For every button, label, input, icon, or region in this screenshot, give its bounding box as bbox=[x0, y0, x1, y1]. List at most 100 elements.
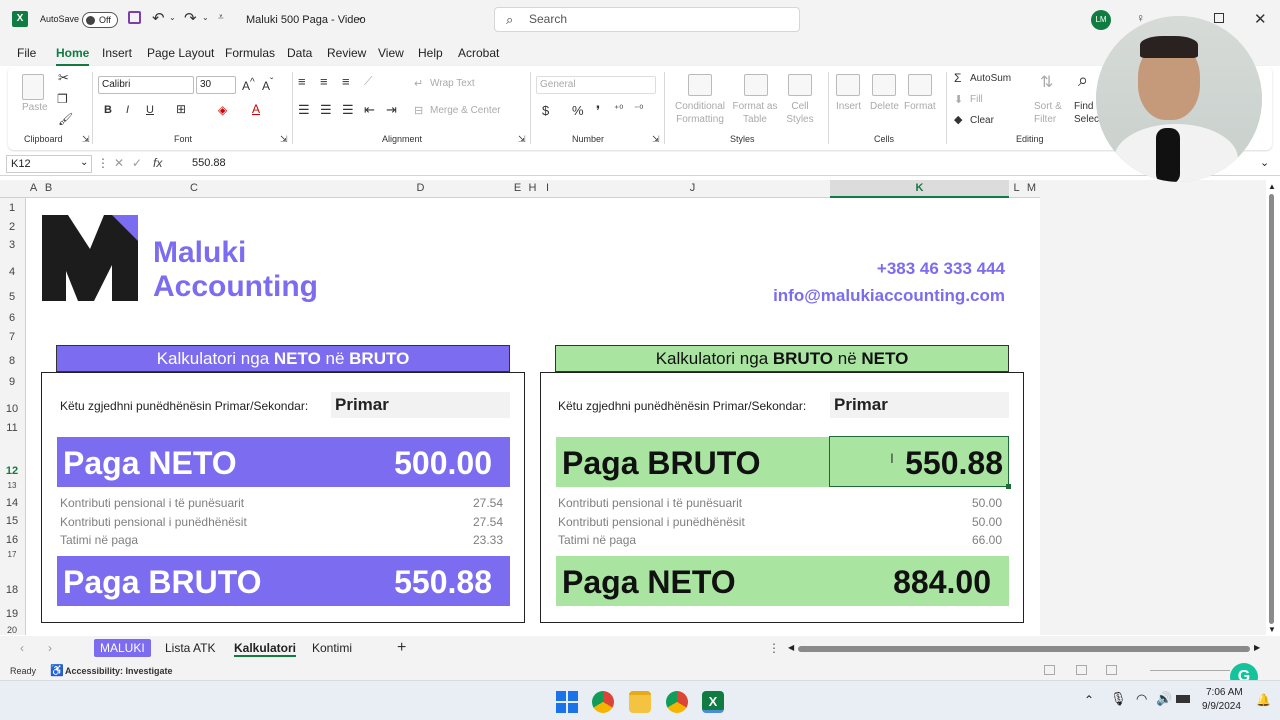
alignment-launcher-icon[interactable]: ⇲ bbox=[518, 134, 526, 145]
vertical-scrollbar[interactable] bbox=[1269, 194, 1274, 624]
delete-cells-label[interactable]: Delete bbox=[870, 101, 899, 112]
horizontal-scrollbar[interactable] bbox=[798, 646, 1250, 652]
undo-dropdown-icon[interactable]: ⌄ bbox=[169, 13, 176, 22]
column-header-k[interactable]: K bbox=[830, 182, 1009, 194]
wifi-icon[interactable]: ◠ bbox=[1136, 691, 1147, 707]
sort-filter-icon[interactable]: ⇅ bbox=[1040, 72, 1053, 92]
tab-review[interactable]: Review bbox=[327, 46, 366, 60]
sort-filter-label[interactable]: Sort & Filter bbox=[1034, 100, 1070, 126]
more-options-icon[interactable]: ⋮ bbox=[97, 156, 109, 170]
delete-cells-icon[interactable] bbox=[872, 74, 896, 96]
tab-file[interactable]: File bbox=[17, 46, 36, 60]
align-center-icon[interactable]: ☰ bbox=[320, 102, 332, 118]
align-top-icon[interactable]: ≡ bbox=[298, 74, 306, 89]
merge-center-icon[interactable]: ⊟ bbox=[414, 104, 423, 117]
row-header[interactable]: 12 bbox=[0, 465, 24, 477]
tab-view[interactable]: View bbox=[378, 46, 404, 60]
name-box-dropdown-icon[interactable]: ⌄ bbox=[80, 157, 88, 168]
microphone-icon[interactable]: 🎙 bbox=[1110, 691, 1127, 707]
tab-data[interactable]: Data bbox=[287, 46, 312, 60]
redo-dropdown-icon[interactable]: ⌄ bbox=[202, 13, 209, 22]
number-format-select[interactable]: General bbox=[536, 76, 656, 94]
insert-cells-icon[interactable] bbox=[836, 74, 860, 96]
clear-label[interactable]: Clear bbox=[970, 115, 994, 126]
decrease-decimal-icon[interactable]: ⁻⁰ bbox=[634, 104, 643, 115]
scroll-up-icon[interactable]: ▲ bbox=[1268, 182, 1276, 191]
merge-center-label[interactable]: Merge & Center bbox=[430, 105, 501, 116]
increase-indent-icon[interactable]: ⇥ bbox=[386, 102, 397, 118]
customize-toolbar-icon[interactable]: ⩡ bbox=[218, 12, 224, 23]
font-size-select[interactable]: 30 bbox=[196, 76, 236, 94]
autosum-icon[interactable]: Σ bbox=[954, 71, 961, 85]
column-header-c[interactable]: C bbox=[57, 182, 331, 194]
row-header[interactable]: 17 bbox=[0, 550, 24, 559]
align-middle-icon[interactable]: ≡ bbox=[320, 74, 328, 89]
page-layout-view-icon[interactable] bbox=[1076, 665, 1087, 675]
comma-icon[interactable]: ❜ bbox=[596, 103, 600, 119]
cell-styles-icon[interactable] bbox=[788, 74, 812, 96]
paga-neto-value[interactable]: 500.00 bbox=[394, 437, 492, 489]
format-painter-icon[interactable]: 🖌 bbox=[58, 112, 73, 126]
row-header[interactable]: 18 bbox=[0, 584, 24, 596]
employer-type-select[interactable]: Primar bbox=[830, 392, 1009, 418]
autosum-label[interactable]: AutoSum bbox=[970, 73, 1011, 84]
decrease-font-icon[interactable]: Aˇ bbox=[262, 77, 273, 93]
prev-sheet-icon[interactable]: ‹ bbox=[20, 641, 24, 655]
clear-icon[interactable]: ◆ bbox=[954, 113, 962, 126]
tab-acrobat[interactable]: Acrobat bbox=[458, 46, 499, 60]
row-header[interactable]: 9 bbox=[0, 376, 24, 388]
scroll-down-icon[interactable]: ▼ bbox=[1268, 625, 1276, 634]
clock-date[interactable]: 9/9/2024 bbox=[1202, 701, 1241, 712]
column-header-l[interactable]: L bbox=[1009, 182, 1024, 194]
find-select-icon[interactable]: ⌕ bbox=[1078, 70, 1088, 91]
column-header-m[interactable]: M bbox=[1024, 182, 1039, 194]
employer-type-select[interactable]: Primar bbox=[331, 392, 510, 418]
scroll-right-icon[interactable]: ▶ bbox=[1254, 643, 1260, 652]
notification-icon[interactable]: 🔔 bbox=[1256, 693, 1271, 707]
font-launcher-icon[interactable]: ⇲ bbox=[280, 134, 288, 145]
excel-taskbar-icon[interactable]: X bbox=[702, 691, 724, 713]
insert-function-icon[interactable]: fx bbox=[153, 156, 162, 170]
format-cells-label[interactable]: Format bbox=[904, 101, 936, 112]
show-hidden-icons[interactable]: ⌃ bbox=[1084, 693, 1094, 707]
row-header[interactable]: 2 bbox=[0, 221, 24, 233]
confirm-entry-icon[interactable]: ✓ bbox=[132, 156, 142, 170]
currency-icon[interactable]: $ bbox=[542, 103, 549, 118]
tab-home[interactable]: Home bbox=[56, 46, 90, 66]
add-sheet-icon[interactable]: + bbox=[397, 639, 406, 657]
row-header[interactable]: 4 bbox=[0, 266, 24, 278]
clipboard-launcher-icon[interactable]: ⇲ bbox=[82, 134, 90, 145]
paste-label[interactable]: Paste bbox=[22, 102, 48, 113]
borders-icon[interactable]: ⊞ bbox=[176, 102, 186, 116]
conditional-formatting-icon[interactable] bbox=[688, 74, 712, 96]
redo-icon[interactable]: ↷ bbox=[184, 9, 197, 27]
decrease-indent-icon[interactable]: ⇤ bbox=[364, 102, 375, 118]
active-cell-k12[interactable] bbox=[829, 436, 1009, 487]
copy-icon[interactable]: ❐ bbox=[57, 92, 68, 106]
align-left-icon[interactable]: ☰ bbox=[298, 102, 310, 118]
column-header-d[interactable]: D bbox=[331, 182, 510, 194]
format-cells-icon[interactable] bbox=[908, 74, 932, 96]
font-color-icon[interactable]: A bbox=[252, 102, 260, 116]
chrome-profile-icon[interactable] bbox=[666, 691, 688, 713]
column-header-j[interactable]: J bbox=[555, 182, 830, 194]
battery-icon[interactable] bbox=[1176, 695, 1190, 703]
fill-handle[interactable] bbox=[1006, 484, 1011, 489]
file-explorer-icon[interactable] bbox=[629, 691, 651, 713]
save-icon[interactable] bbox=[128, 11, 141, 24]
format-as-table-label[interactable]: Format as Table bbox=[730, 100, 780, 126]
formula-input[interactable]: 550.88 bbox=[192, 157, 226, 169]
paste-icon[interactable] bbox=[22, 74, 44, 100]
search-box[interactable]: ⌕ Search bbox=[494, 7, 800, 32]
align-right-icon[interactable]: ☰ bbox=[342, 102, 354, 118]
row-header[interactable]: 8 bbox=[0, 355, 24, 367]
wrap-text-icon[interactable]: ↵ bbox=[414, 77, 423, 90]
italic-icon[interactable]: I bbox=[126, 104, 129, 116]
underline-icon[interactable]: U bbox=[146, 104, 154, 116]
document-title[interactable]: Maluki 500 Paga - Video bbox=[246, 14, 366, 26]
cancel-entry-icon[interactable]: ✕ bbox=[114, 156, 124, 170]
increase-decimal-icon[interactable]: ⁺⁰ bbox=[614, 104, 623, 115]
tab-insert[interactable]: Insert bbox=[102, 46, 132, 60]
next-sheet-icon[interactable]: › bbox=[48, 641, 52, 655]
row-header[interactable]: 16 bbox=[0, 534, 24, 546]
